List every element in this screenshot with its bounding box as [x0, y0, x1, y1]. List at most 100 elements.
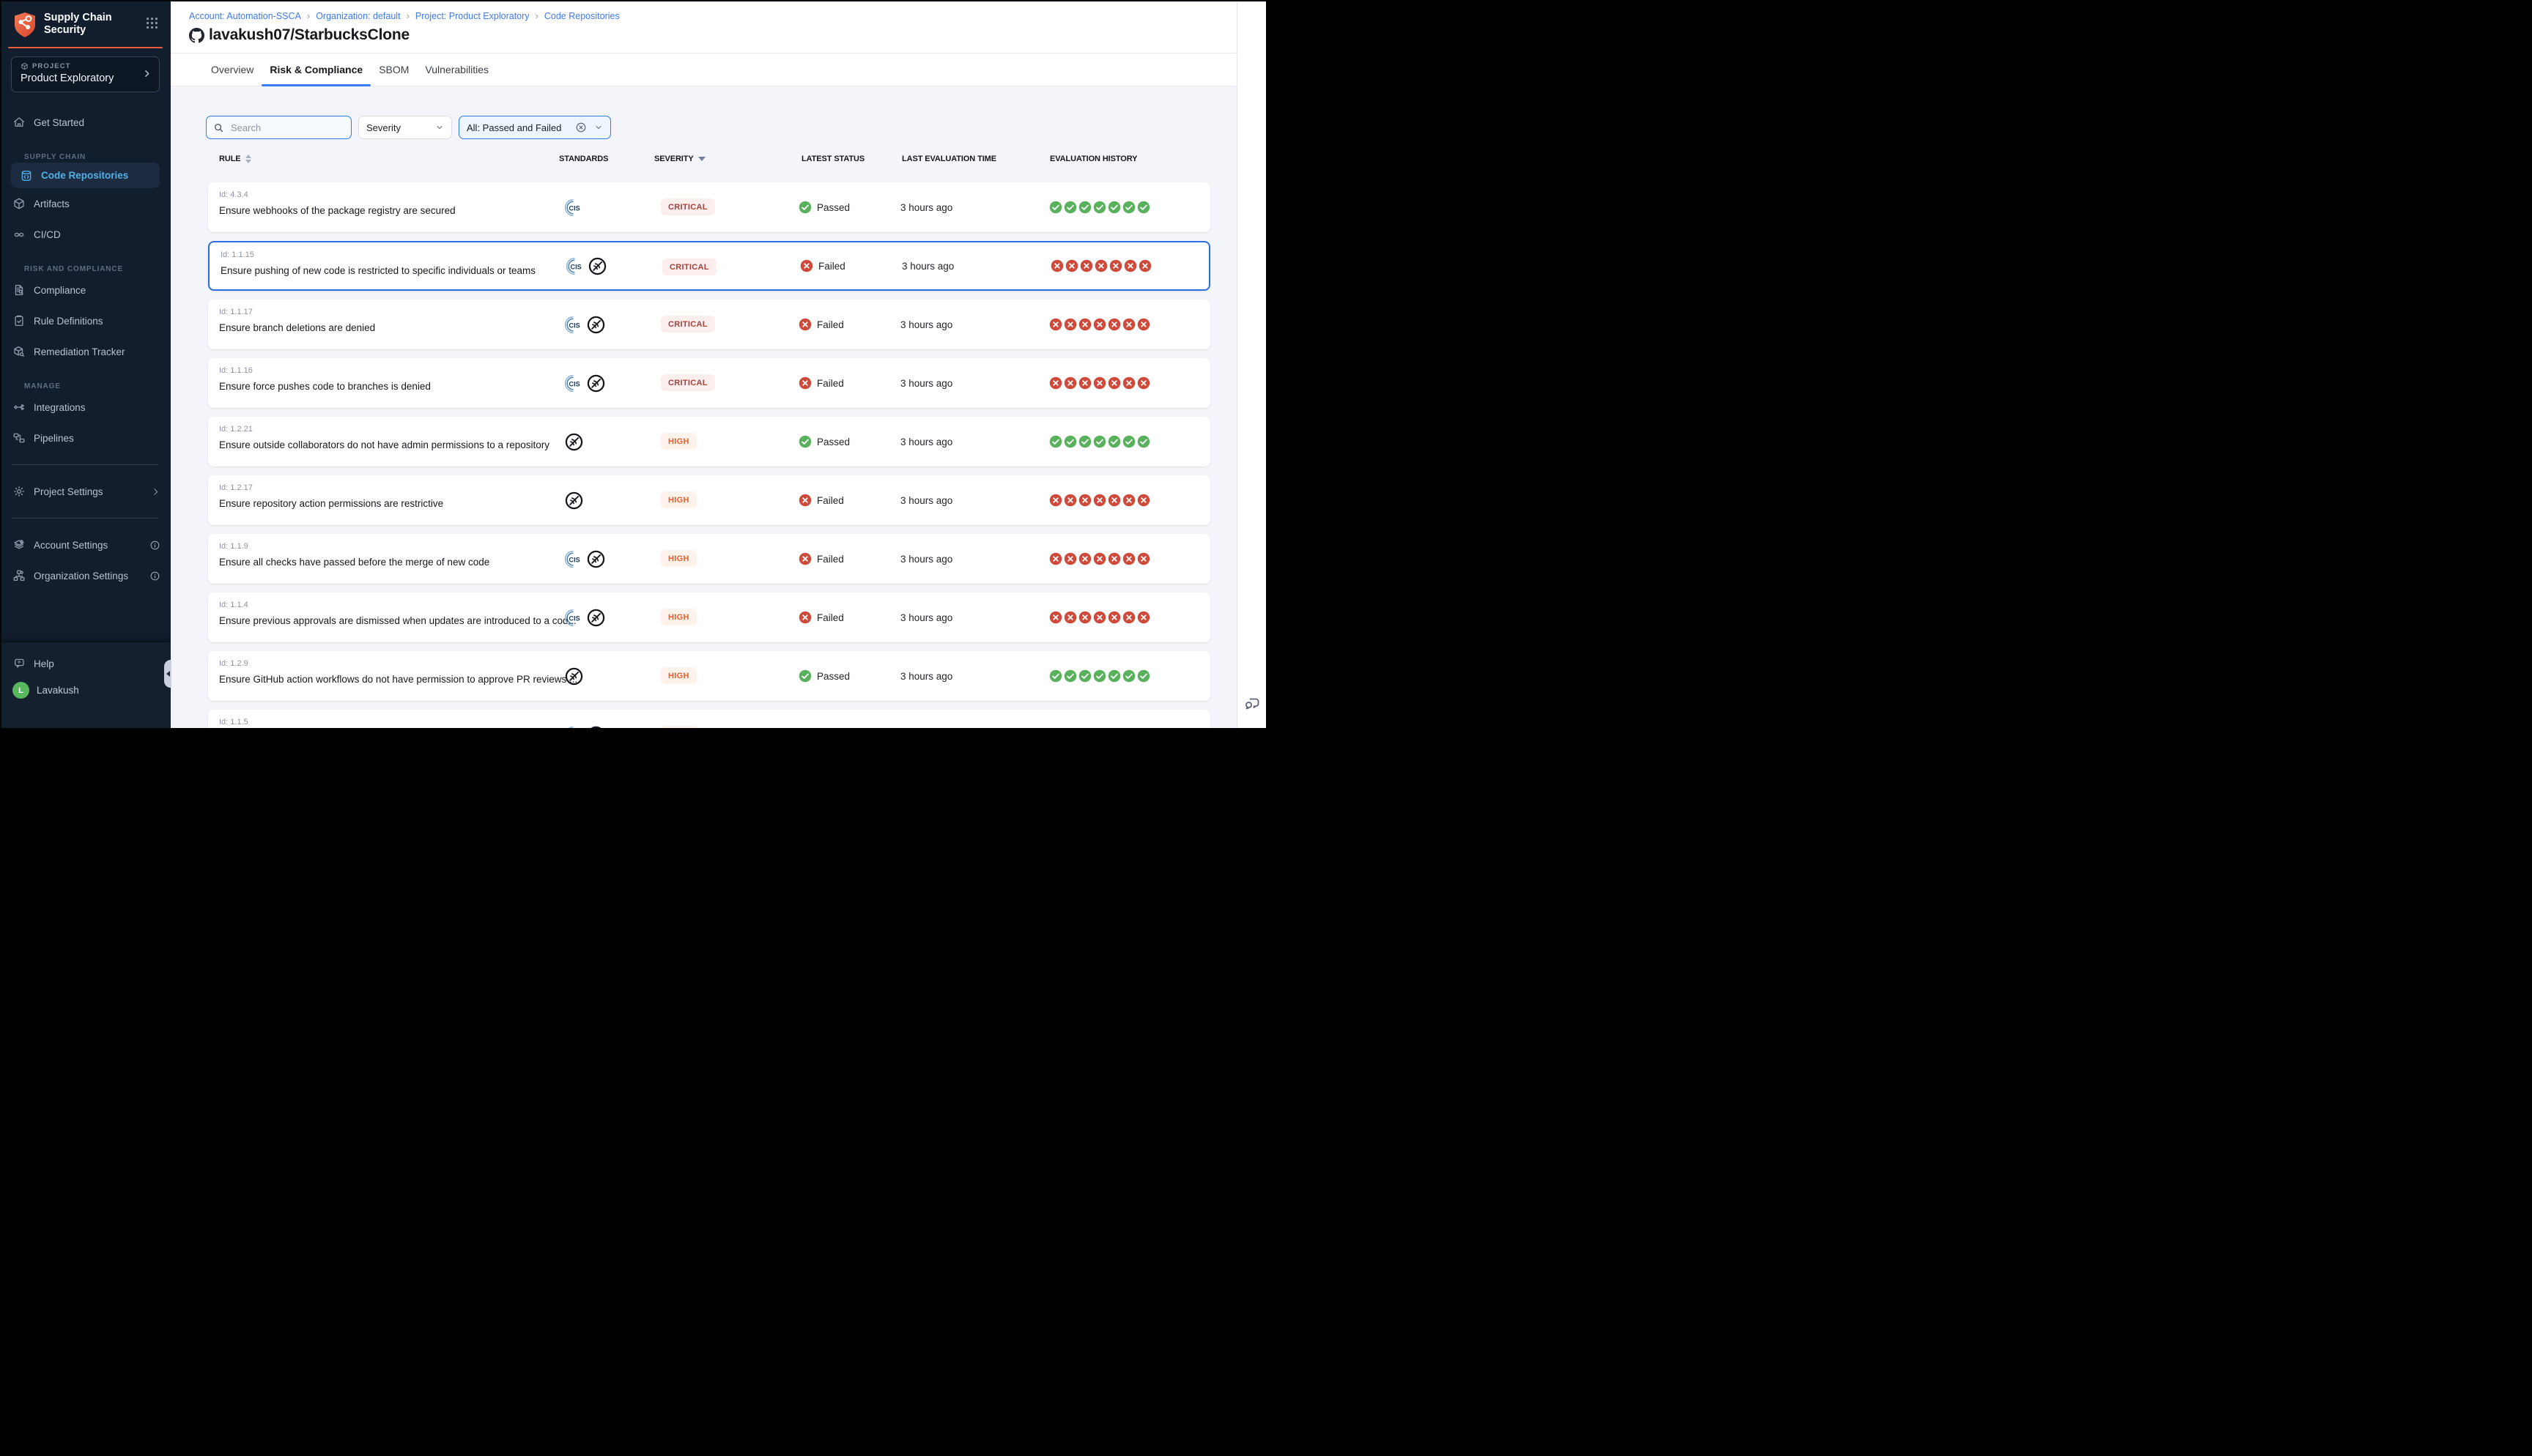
breadcrumb-separator: ›: [307, 10, 310, 21]
tab-sbom[interactable]: SBOM: [371, 53, 417, 86]
svg-text:CIS: CIS: [569, 614, 580, 622]
status-cell: Failed: [799, 475, 844, 525]
svg-text:?: ?: [18, 661, 21, 665]
x-circle-icon: [1064, 376, 1077, 390]
column-header-evaluation-history[interactable]: EVALUATION HISTORY: [1050, 155, 1137, 163]
x-circle-icon: [1108, 611, 1121, 624]
x-circle-icon: [1064, 494, 1077, 507]
sidebar-item-help[interactable]: ?Help: [0, 648, 171, 679]
status-label: Passed: [817, 437, 850, 447]
table-row[interactable]: Id: 1.1.15Ensure pushing of new code is …: [208, 241, 1210, 291]
table-row[interactable]: Id: 4.3.4Ensure webhooks of the package …: [208, 182, 1210, 232]
avatar: L: [12, 682, 29, 699]
status-cell: Failed: [799, 358, 844, 408]
breadcrumb-item-3[interactable]: Project: Product Exploratory: [415, 11, 530, 21]
sidebar-divider-2: [12, 518, 159, 519]
x-circle-icon: [1078, 318, 1092, 331]
tab-vulnerabilities[interactable]: Vulnerabilities: [417, 53, 497, 86]
user-menu[interactable]: L Lavakush: [0, 679, 171, 702]
sidebar-item-compliance[interactable]: Compliance: [0, 275, 171, 305]
breadcrumb-item-1[interactable]: Account: Automation-SSCA: [189, 11, 301, 21]
status-cell: Failed: [799, 300, 844, 349]
x-circle-icon: [1137, 318, 1150, 331]
standards-cell: CIS: [564, 358, 606, 408]
clear-filter-icon[interactable]: [575, 122, 587, 133]
rule-id: Id: 1.1.9: [219, 542, 489, 551]
status-filter[interactable]: All: Passed and Failed: [459, 116, 611, 139]
cis-icon: CIS: [564, 550, 582, 568]
severity-cell: CRITICAL: [661, 316, 715, 333]
search-input[interactable]: [229, 122, 332, 134]
rule-id: Id: 1.2.9: [219, 659, 577, 668]
sidebar-item-get-started[interactable]: Get Started: [0, 107, 171, 138]
severity-badge: CRITICAL: [661, 316, 715, 333]
sidebar-item-code-repositories[interactable]: Code Repositories: [11, 163, 160, 188]
sidebar-item-account-settings[interactable]: Account Settings: [0, 530, 171, 560]
x-circle-icon: [1051, 259, 1064, 272]
page-header: Account: Automation-SSCA › Organization: d…: [171, 0, 1237, 53]
rule-id: Id: 1.1.17: [219, 308, 375, 316]
chat-support-icon[interactable]: [1243, 694, 1261, 712]
severity-cell: CRITICAL: [661, 374, 715, 391]
integrations-icon: [12, 401, 26, 414]
table-row[interactable]: Id: 1.1.16Ensure force pushes code to br…: [208, 358, 1210, 408]
owasp-icon: [586, 374, 606, 393]
sidebar-item-label: CI/CD: [34, 229, 61, 240]
info-icon: [149, 540, 160, 551]
last-evaluation-time: 3 hours ago: [900, 710, 952, 728]
table-row[interactable]: Id: 1.1.4Ensure previous approvals are d…: [208, 593, 1210, 642]
check-circle-icon: [1108, 435, 1121, 448]
right-rail: [1237, 0, 1266, 728]
breadcrumb-item-2[interactable]: Organization: default: [316, 11, 400, 21]
sidebar-item-remediation-tracker[interactable]: Remediation Tracker: [0, 336, 171, 367]
x-circle-icon: [1049, 552, 1062, 565]
column-header-standards[interactable]: STANDARDS: [559, 155, 608, 163]
table-row[interactable]: Id: 1.1.5CISHIGHFailed3 hours ago: [208, 710, 1210, 728]
rule-description: Ensure outside collaborators do not have…: [219, 439, 549, 450]
x-circle-icon: [1108, 552, 1121, 565]
column-header-severity[interactable]: SEVERITY: [654, 155, 706, 163]
x-circle-icon: [1093, 376, 1106, 390]
severity-badge: CRITICAL: [662, 259, 717, 275]
status-label: Failed: [817, 319, 844, 330]
layers-icon: [12, 538, 26, 551]
cube-icon: [12, 197, 26, 210]
table-row[interactable]: Id: 1.2.17Ensure repository action permi…: [208, 475, 1210, 525]
table-row[interactable]: Id: 1.1.9Ensure all checks have passed b…: [208, 534, 1210, 584]
status-label: Failed: [817, 378, 844, 389]
column-header-last-evaluation-time[interactable]: LAST EVALUATION TIME: [902, 155, 996, 163]
status-cell: Failed: [799, 593, 844, 642]
sidebar-item-artifacts[interactable]: Artifacts: [0, 188, 171, 219]
project-selector[interactable]: PROJECT Product Exploratory: [11, 56, 160, 92]
severity-filter[interactable]: Severity: [358, 116, 452, 139]
check-circle-icon: [1064, 201, 1077, 214]
x-circle-icon: [1124, 259, 1137, 272]
sidebar-item-ci-cd[interactable]: CI/CD: [0, 219, 171, 250]
app-switcher-grid-icon[interactable]: [145, 16, 159, 34]
content-area: Severity All: Passed and Failed RULE STAN…: [171, 86, 1237, 728]
sidebar-item-organization-settings[interactable]: Organization Settings: [0, 560, 171, 591]
tab-overview[interactable]: Overview: [203, 53, 262, 86]
sidebar-item-integrations[interactable]: Integrations: [0, 392, 171, 423]
check-circle-icon: [1049, 435, 1062, 448]
code-repo-icon: [20, 169, 33, 182]
search-field[interactable]: [206, 116, 352, 139]
sidebar-item-project-settings[interactable]: Project Settings: [0, 476, 171, 507]
check-circle-icon: [1064, 435, 1077, 448]
tab-risk-compliance[interactable]: Risk & Compliance: [262, 53, 371, 86]
last-evaluation-time: 3 hours ago: [900, 651, 952, 701]
table-row[interactable]: Id: 1.2.9Ensure GitHub action workflows …: [208, 651, 1210, 701]
rule-id: Id: 1.1.5: [219, 718, 248, 727]
sidebar-item-rule-definitions[interactable]: Rule Definitions: [0, 305, 171, 336]
sidebar-item-pipelines[interactable]: Pipelines: [0, 423, 171, 453]
chat-icon: ?: [12, 657, 26, 670]
sidebar-collapse-handle[interactable]: [164, 660, 171, 688]
column-header-rule[interactable]: RULE: [219, 155, 251, 163]
table-row[interactable]: Id: 1.1.17Ensure branch deletions are de…: [208, 300, 1210, 349]
breadcrumb-item-4[interactable]: Code Repositories: [544, 11, 620, 21]
svg-text:CIS: CIS: [570, 263, 581, 270]
table-row[interactable]: Id: 1.2.21Ensure outside collaborators d…: [208, 417, 1210, 467]
column-header-latest-status[interactable]: LATEST STATUS: [802, 155, 865, 163]
rule-description: Ensure previous approvals are dismissed …: [219, 615, 577, 626]
severity-badge: HIGH: [661, 491, 697, 508]
